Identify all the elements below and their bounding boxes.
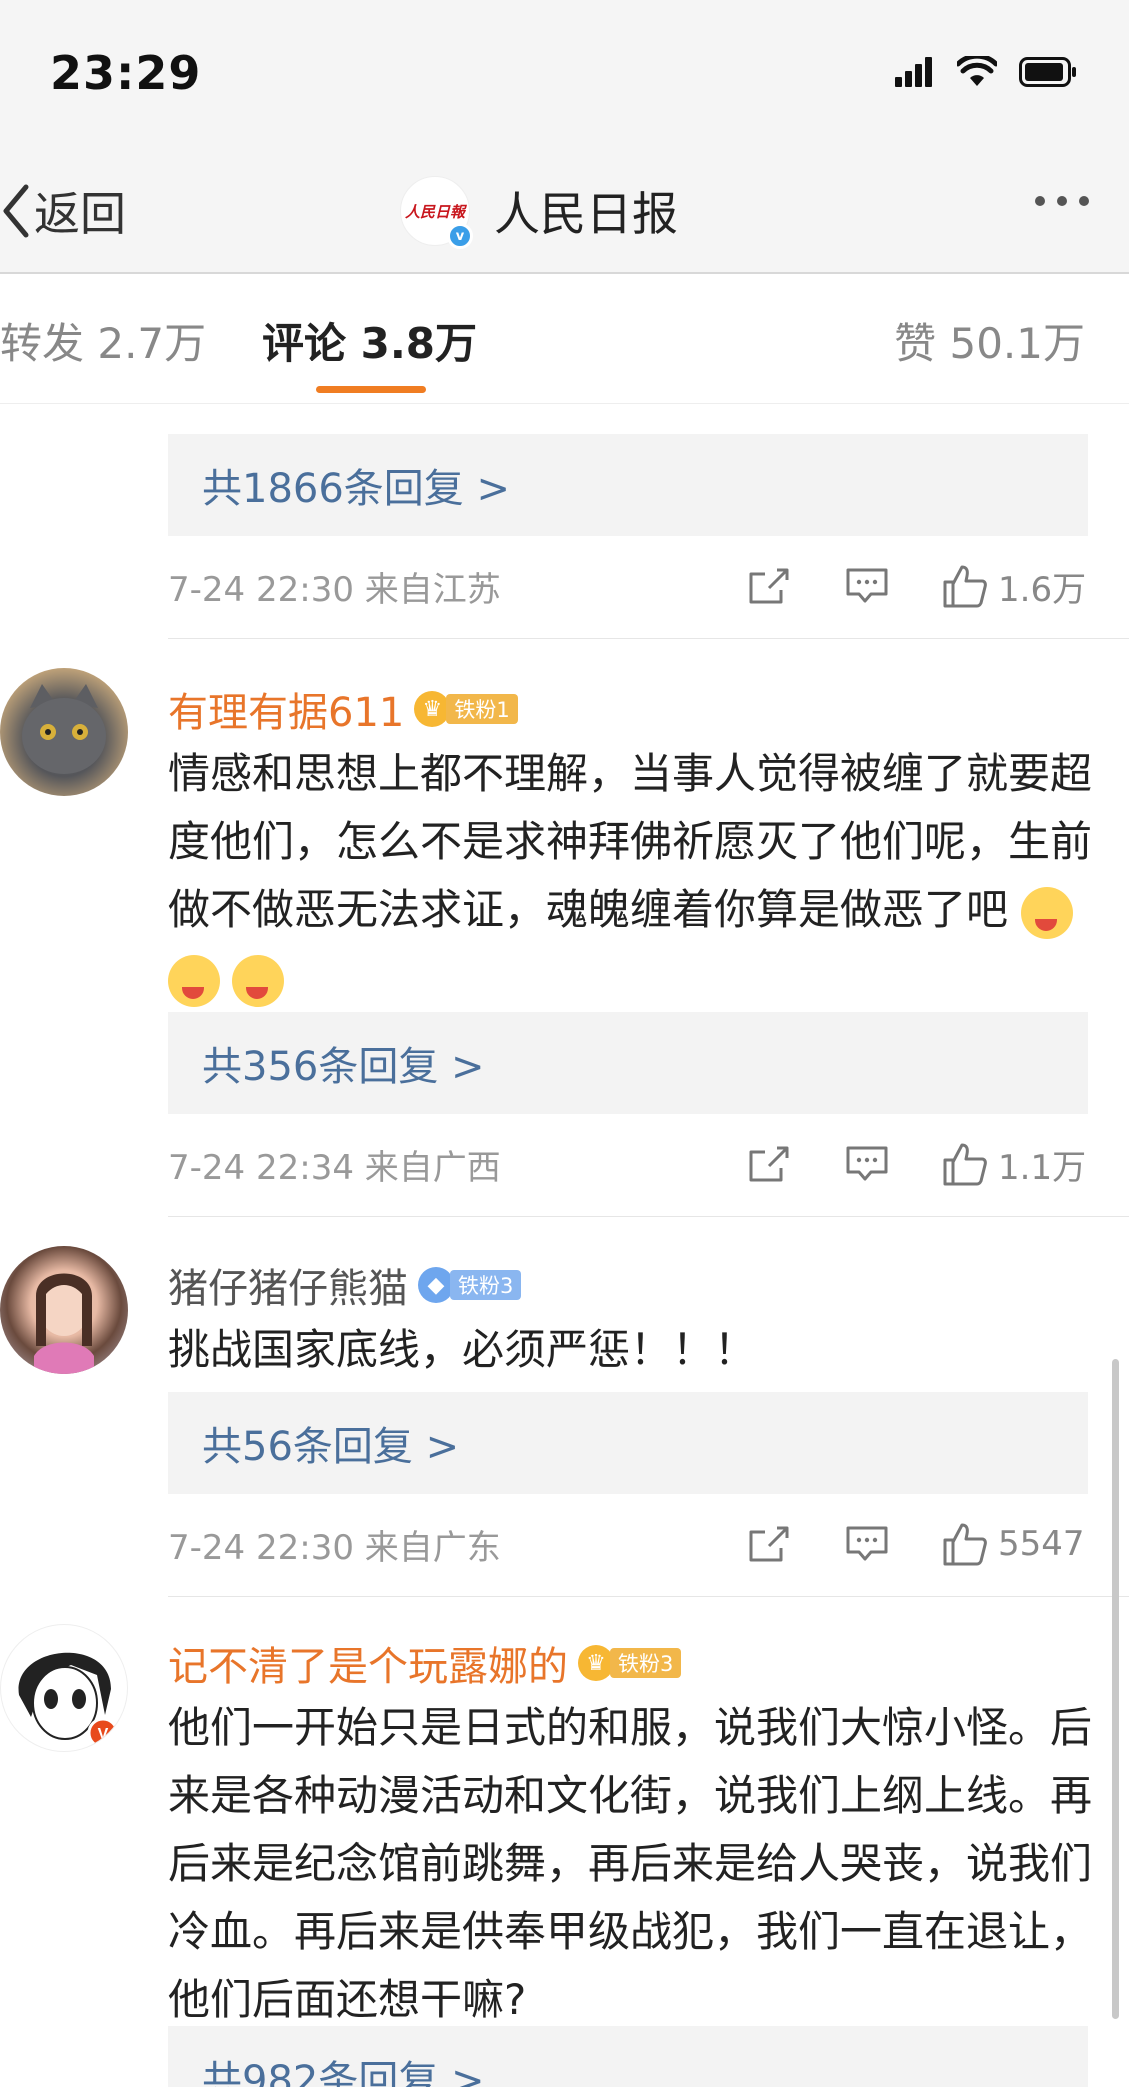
comment-icon[interactable]	[844, 563, 890, 609]
fan-badge-label: 铁粉1	[446, 694, 518, 724]
status-icons	[895, 52, 1077, 92]
fan-badge: ◆ 铁粉3	[418, 1267, 522, 1303]
comment-text: 他们一开始只是日式的和服，说我们大惊小怪。后来是各种动漫活动和文化街，说我们上纲…	[168, 1694, 1098, 2034]
fan-badge-label: 铁粉3	[610, 1648, 682, 1678]
verified-icon: v	[447, 223, 473, 249]
comment-time: 7-24 22:34 来自广西	[168, 1147, 501, 1188]
status-time: 23:29	[50, 46, 202, 100]
scrollbar[interactable]	[1112, 1359, 1119, 2019]
avatar[interactable]	[0, 668, 128, 796]
back-button[interactable]: 返回	[0, 178, 126, 244]
like-icon[interactable]	[942, 1141, 988, 1187]
share-icon[interactable]	[746, 1141, 792, 1187]
active-tab-indicator	[316, 386, 426, 393]
tab-bar: 转发 2.7万 评论 3.8万 赞 50.1万	[0, 274, 1129, 404]
like-icon[interactable]	[942, 563, 988, 609]
comment-divider	[168, 1596, 1129, 1597]
comment-actions: 1.1万	[746, 1134, 1088, 1194]
comment-meta: 7-24 22:30 来自广东 5547	[168, 1514, 1088, 1574]
account-logo: 人民日報 v	[400, 176, 473, 249]
comment-text: 情感和思想上都不理解，当事人觉得被缠了就要超度他们，怎么不是求神拜佛祈愿灭了他们…	[168, 740, 1098, 1012]
account-header[interactable]: 人民日報 v 人民日报	[400, 172, 678, 250]
back-label: 返回	[34, 187, 126, 241]
svg-text:V: V	[98, 1726, 109, 1743]
comment-username[interactable]: 猪仔猪仔熊猫 ◆ 铁粉3	[168, 1256, 522, 1314]
comment-username[interactable]: 有理有据611 ♛ 铁粉1	[168, 680, 518, 738]
comment-divider	[168, 638, 1129, 639]
comment-actions: 5547	[746, 1514, 1088, 1574]
comment-meta: 7-24 22:34 来自广西 1.1万	[168, 1134, 1088, 1194]
logo-text: 人民日報	[404, 202, 465, 221]
comment-text: 挑战国家底线，必须严惩！！！	[168, 1316, 1098, 1384]
emoji-icon	[1021, 886, 1074, 939]
comment-divider	[168, 1216, 1129, 1217]
like-count: 1.1万	[998, 1147, 1087, 1188]
username-text: 记不清了是个玩露娜的	[168, 1644, 568, 1690]
comment-body: 挑战国家底线，必须严惩！！！	[168, 1325, 757, 1374]
more-options-icon[interactable]	[1035, 196, 1089, 206]
reply-count-link[interactable]: 共982条回复 >	[168, 2026, 1088, 2087]
comment-username[interactable]: 记不清了是个玩露娜的 ♛ 铁粉3	[168, 1634, 682, 1692]
wifi-icon	[957, 56, 997, 86]
share-icon[interactable]	[746, 1521, 792, 1567]
tab-like[interactable]: 赞 50.1万	[894, 310, 1085, 371]
username-text: 有理有据611	[168, 690, 405, 736]
status-bar: 23:29	[0, 0, 1129, 148]
like-count: 5547	[998, 1524, 1085, 1564]
tab-repost[interactable]: 转发 2.7万	[0, 310, 206, 371]
fan-badge-label: 铁粉3	[450, 1270, 522, 1300]
comment-actions: 1.6万	[746, 556, 1088, 616]
comment-list[interactable]: 共1866条回复 > 7-24 22:30 来自江苏 1.6万 有理有据611	[0, 404, 1129, 2087]
emoji-icon	[232, 954, 284, 1007]
comment-body: 情感和思想上都不理解，当事人觉得被缠了就要超度他们，怎么不是求神拜佛祈愿灭了他们…	[168, 749, 1093, 934]
crown-icon: ♛	[414, 691, 451, 727]
page-title: 人民日报	[494, 187, 678, 241]
comment-icon[interactable]	[844, 1141, 890, 1187]
signal-icon	[895, 57, 932, 87]
comment-body: 他们一开始只是日式的和服，说我们大惊小怪。后来是各种动漫活动和文化街，说我们上纲…	[168, 1703, 1093, 2024]
nav-bar: 返回 人民日報 v 人民日报	[0, 148, 1129, 274]
like-count: 1.6万	[998, 569, 1087, 610]
crown-icon: ♛	[578, 1645, 614, 1681]
like-icon[interactable]	[942, 1521, 988, 1567]
username-text: 猪仔猪仔熊猫	[168, 1266, 408, 1312]
reply-count-link[interactable]: 共356条回复 >	[168, 1012, 1088, 1114]
reply-count-link[interactable]: 共56条回复 >	[168, 1392, 1088, 1494]
battery-icon	[1019, 57, 1076, 87]
chevron-left-icon	[3, 184, 29, 238]
fan-badge: ♛ 铁粉1	[414, 691, 518, 727]
comment-time: 7-24 22:30 来自广东	[168, 1527, 501, 1568]
share-icon[interactable]	[746, 563, 792, 609]
tab-comment[interactable]: 评论 3.8万	[262, 310, 477, 371]
reply-count-link[interactable]: 共1866条回复 >	[168, 434, 1088, 536]
avatar[interactable]: V	[0, 1624, 128, 1752]
avatar[interactable]	[0, 1246, 128, 1374]
diamond-icon: ◆	[418, 1267, 454, 1303]
comment-time: 7-24 22:30 来自江苏	[168, 569, 501, 610]
comment-icon[interactable]	[844, 1521, 890, 1567]
emoji-icon	[168, 954, 220, 1007]
fan-badge: ♛ 铁粉3	[578, 1645, 682, 1681]
comment-meta: 7-24 22:30 来自江苏 1.6万	[168, 556, 1088, 616]
